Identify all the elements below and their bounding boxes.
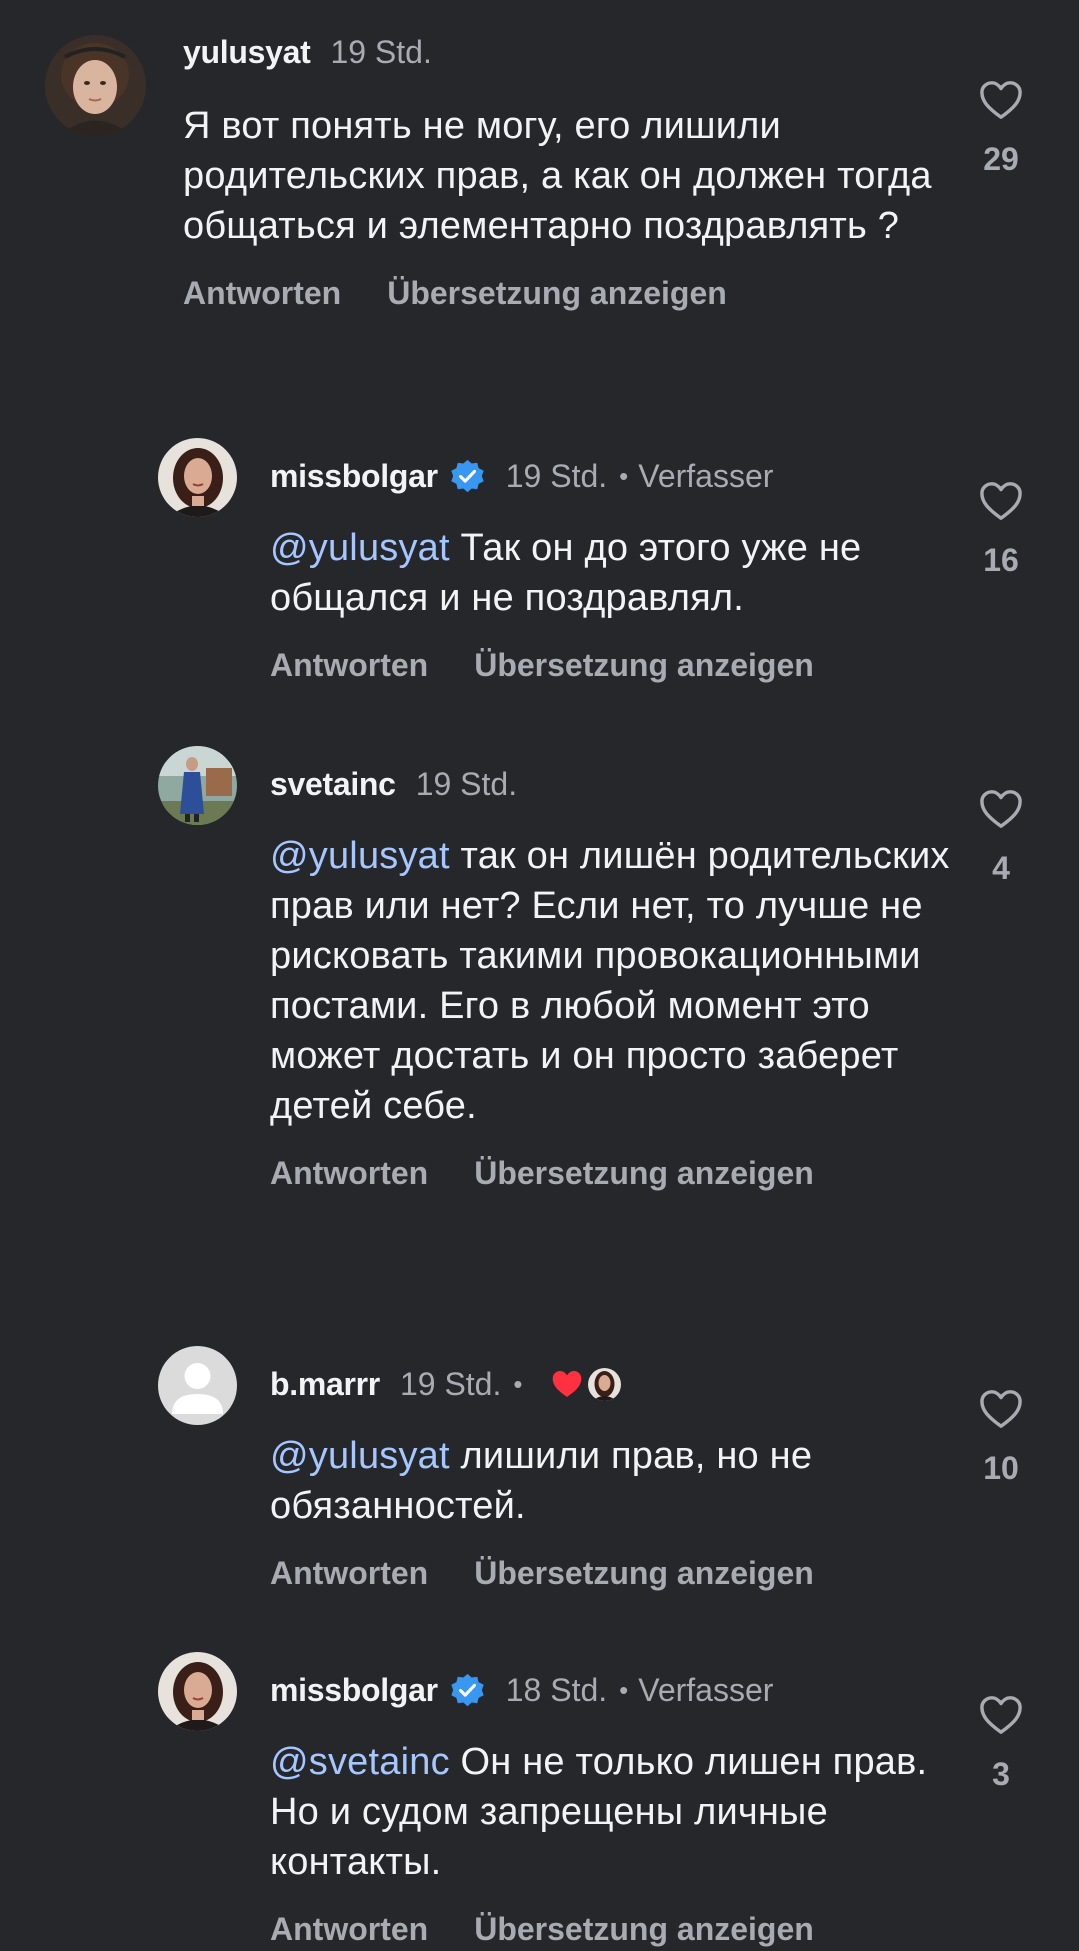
timestamp: 19 Std.	[505, 457, 608, 494]
like-column: 3	[965, 1694, 1037, 1793]
like-count: 16	[983, 542, 1019, 578]
comment-header: missbolgar 18 Std. • Verfasser	[270, 1671, 950, 1709]
comment-header: yulusyat 19 Std.	[183, 33, 953, 71]
comment-body: missbolgar 18 Std. • Verfasser @svetainc…	[270, 1652, 950, 1948]
author-label: Verfasser	[638, 457, 774, 494]
reply-button[interactable]: Antworten	[270, 1555, 428, 1592]
heart-outline-icon[interactable]	[978, 1388, 1024, 1430]
comment-actions: Antworten Übersetzung anzeigen	[270, 1555, 950, 1592]
comments-screen: yulusyat 19 Std. Я вот понять не могу, е…	[0, 0, 1079, 1951]
comment-text-body: так он лишён родительских прав или нет? …	[270, 835, 950, 1127]
comment-text-body: Я вот понять не могу, его лишили родител…	[183, 105, 932, 247]
author-avatar	[588, 1367, 622, 1401]
comment-header: b.marrr 19 Std. •	[270, 1365, 950, 1403]
like-column: 29	[965, 79, 1037, 178]
avatar[interactable]	[158, 746, 237, 825]
translate-button[interactable]: Übersetzung anzeigen	[387, 275, 727, 312]
username[interactable]: svetainc	[270, 766, 396, 803]
comment-actions: Antworten Übersetzung anzeigen	[270, 1911, 950, 1948]
timestamp: 19 Std.	[415, 765, 518, 802]
reply-button[interactable]: Antworten	[270, 1155, 428, 1192]
comment-text: @svetainc Он не только лишен прав. Но и …	[270, 1737, 950, 1887]
comment-body: svetainc 19 Std. @yulusyat так он лишён …	[270, 746, 950, 1192]
avatar[interactable]	[45, 35, 146, 136]
separator-dot: •	[619, 1674, 629, 1705]
comment-text: @yulusyat лишили прав, но не обязанносте…	[270, 1431, 950, 1531]
like-column: 4	[965, 788, 1037, 887]
translate-button[interactable]: Übersetzung anzeigen	[474, 647, 814, 684]
username[interactable]: b.marrr	[270, 1366, 380, 1403]
comment-text: @yulusyat Так он до этого уже не общался…	[270, 523, 950, 623]
mention-link[interactable]: @svetainc	[270, 1741, 450, 1783]
mention-link[interactable]: @yulusyat	[270, 527, 450, 569]
reply-button[interactable]: Antworten	[183, 275, 341, 312]
separator-dot: •	[513, 1368, 523, 1399]
heart-outline-icon[interactable]	[978, 79, 1024, 121]
username[interactable]: missbolgar	[270, 1672, 438, 1709]
heart-outline-icon[interactable]	[978, 1694, 1024, 1736]
mention-link[interactable]: @yulusyat	[270, 835, 450, 877]
like-count: 10	[983, 1450, 1019, 1486]
verified-badge-icon	[449, 458, 486, 495]
mention-link[interactable]: @yulusyat	[270, 1435, 450, 1477]
like-count: 3	[992, 1756, 1010, 1792]
comment-text: Я вот понять не могу, его лишили родител…	[183, 101, 953, 251]
comment-header: missbolgar 19 Std. • Verfasser	[270, 457, 950, 495]
username[interactable]: yulusyat	[183, 34, 311, 71]
avatar[interactable]	[158, 1652, 237, 1731]
comment-text: @yulusyat так он лишён родительских прав…	[270, 831, 950, 1131]
translate-button[interactable]: Übersetzung anzeigen	[474, 1911, 814, 1948]
avatar[interactable]	[158, 438, 237, 517]
verified-badge-icon	[449, 1672, 486, 1709]
like-column: 10	[965, 1388, 1037, 1487]
heart-outline-icon[interactable]	[978, 480, 1024, 522]
timestamp: 19 Std.	[330, 33, 432, 70]
author-label: Verfasser	[638, 1671, 774, 1708]
comment-header: svetainc 19 Std.	[270, 765, 950, 803]
like-count: 29	[983, 141, 1019, 177]
translate-button[interactable]: Übersetzung anzeigen	[474, 1555, 814, 1592]
timestamp: 18 Std.	[505, 1671, 608, 1708]
comment-actions: Antworten Übersetzung anzeigen	[270, 1155, 950, 1192]
comment-body: b.marrr 19 Std. • @yulusyat лишили прав,…	[270, 1346, 950, 1592]
separator-dot: •	[619, 460, 629, 491]
reply-button[interactable]: Antworten	[270, 647, 428, 684]
like-column: 16	[965, 480, 1037, 579]
timestamp: 19 Std.	[399, 1365, 502, 1402]
heart-outline-icon[interactable]	[978, 788, 1024, 830]
comment-body: missbolgar 19 Std. • Verfasser @yulusyat…	[270, 438, 950, 684]
comment-body: yulusyat 19 Std. Я вот понять не могу, е…	[183, 33, 953, 312]
comment-actions: Antworten Übersetzung anzeigen	[183, 275, 953, 312]
reply-button[interactable]: Antworten	[270, 1911, 428, 1948]
heart-filled-icon	[553, 1371, 582, 1397]
avatar[interactable]	[158, 1346, 237, 1425]
like-count: 4	[992, 850, 1010, 886]
username[interactable]: missbolgar	[270, 458, 438, 495]
translate-button[interactable]: Übersetzung anzeigen	[474, 1155, 814, 1192]
comment-actions: Antworten Übersetzung anzeigen	[270, 647, 950, 684]
